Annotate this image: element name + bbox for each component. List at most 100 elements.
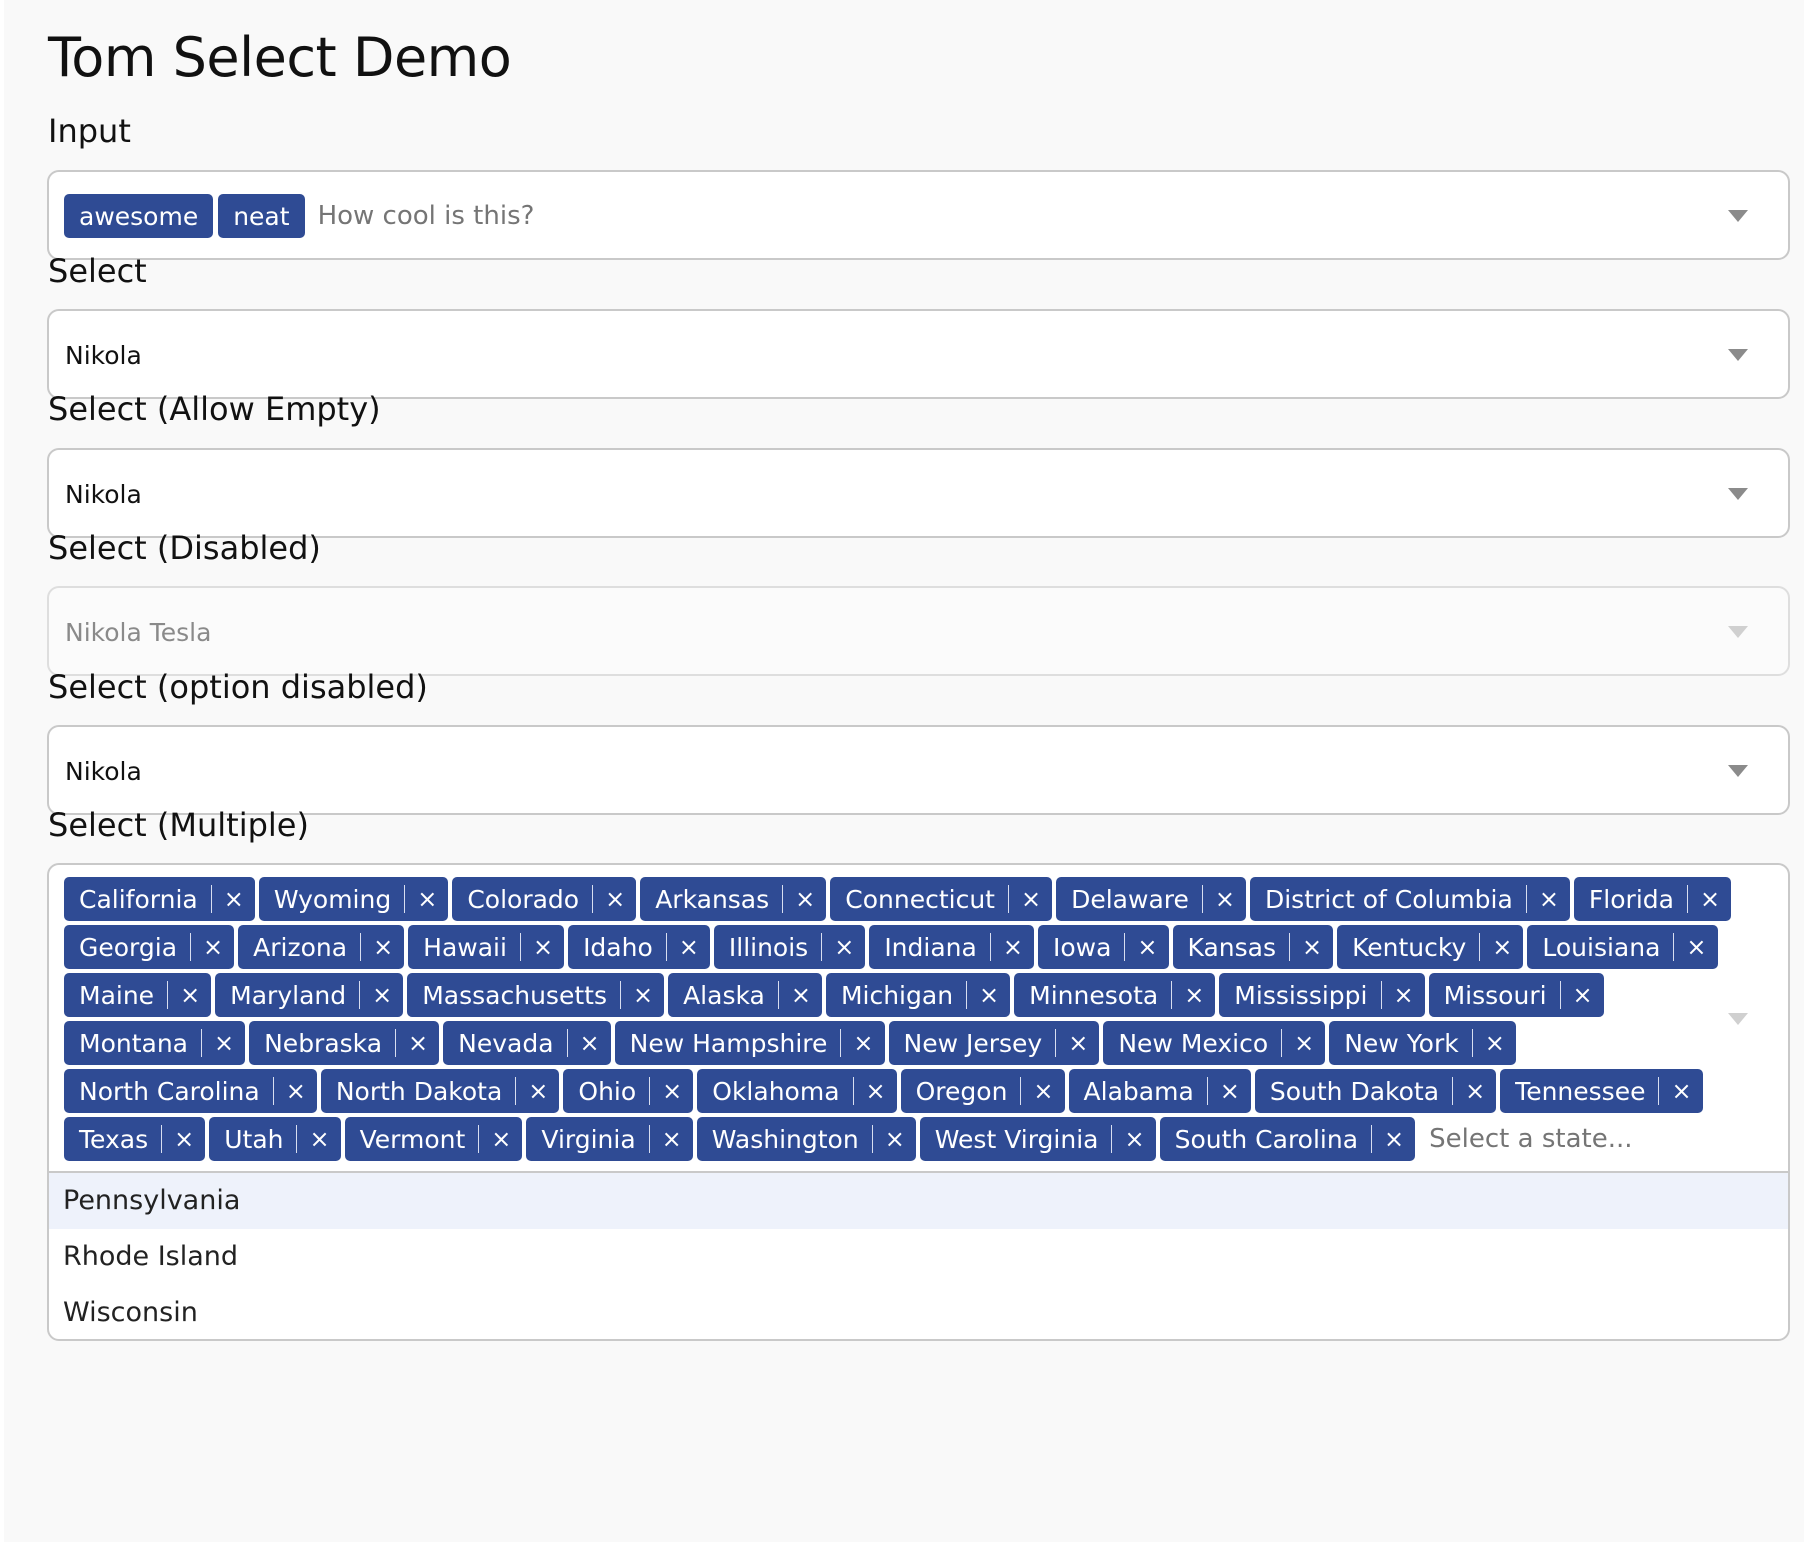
selected-state-tag[interactable]: Hawaii × <box>408 925 565 969</box>
close-icon[interactable]: × <box>840 1029 884 1057</box>
selected-state-tag[interactable]: New Jersey × <box>888 1021 1100 1065</box>
selected-state-tag[interactable]: New York × <box>1329 1021 1516 1065</box>
close-icon[interactable]: × <box>619 981 664 1009</box>
input-tag-field[interactable] <box>317 201 718 231</box>
close-icon[interactable]: × <box>1471 1029 1516 1057</box>
close-icon[interactable]: × <box>1686 885 1731 913</box>
close-icon[interactable]: × <box>649 1077 693 1105</box>
dropdown-option[interactable]: Rhode Island <box>49 1229 1788 1285</box>
selected-state-tag[interactable]: Alabama × <box>1068 1069 1251 1113</box>
selected-state-tag[interactable]: Idaho × <box>568 925 710 969</box>
selected-state-tag[interactable]: New Hampshire × <box>614 1021 885 1065</box>
selected-state-tag[interactable]: Illinois × <box>713 925 866 969</box>
close-icon[interactable]: × <box>272 1077 317 1105</box>
close-icon[interactable]: × <box>1289 933 1333 961</box>
select-control[interactable]: Nikola <box>47 309 1790 399</box>
selected-state-tag[interactable]: North Carolina × <box>64 1069 317 1113</box>
selected-state-tag[interactable]: District of Columbia × <box>1249 877 1570 921</box>
selected-state-tag[interactable]: Iowa × <box>1037 925 1169 969</box>
selected-state-tag[interactable]: Delaware × <box>1056 877 1246 921</box>
close-icon[interactable]: × <box>592 885 636 913</box>
selected-state-tag[interactable]: Oklahoma × <box>697 1069 897 1113</box>
selected-state-tag[interactable]: Montana × <box>64 1021 246 1065</box>
select-multiple-control[interactable]: California × Wyoming × Colorado × Arkansas × Con… <box>47 863 1790 1341</box>
input-tag-control[interactable]: awesome neat <box>47 170 1790 260</box>
chevron-down-icon[interactable] <box>1728 488 1748 500</box>
tag-item[interactable]: awesome <box>64 194 214 238</box>
close-icon[interactable]: × <box>1452 1077 1496 1105</box>
selected-state-tag[interactable]: Indiana × <box>869 925 1034 969</box>
selected-state-tag[interactable]: Arkansas × <box>640 877 827 921</box>
close-icon[interactable]: × <box>1380 981 1425 1009</box>
close-icon[interactable]: × <box>871 1125 916 1153</box>
selected-state-tag[interactable]: Oregon × <box>900 1069 1065 1113</box>
selected-state-tag[interactable]: Nebraska × <box>249 1021 440 1065</box>
close-icon[interactable]: × <box>852 1077 897 1105</box>
dropdown-option[interactable]: Pennsylvania <box>49 1173 1788 1229</box>
close-icon[interactable]: × <box>515 1077 559 1105</box>
close-icon[interactable]: × <box>1055 1029 1099 1057</box>
close-icon[interactable]: × <box>966 981 1010 1009</box>
selected-state-tag[interactable]: Florida × <box>1573 877 1732 921</box>
selected-state-tag[interactable]: Connecticut × <box>830 877 1053 921</box>
tag-item[interactable]: neat <box>218 194 305 238</box>
close-icon[interactable]: × <box>1201 885 1246 913</box>
selected-state-tag[interactable]: Mississippi × <box>1219 973 1425 1017</box>
close-icon[interactable]: × <box>1673 933 1717 961</box>
selected-state-tag[interactable]: Alaska × <box>668 973 822 1017</box>
selected-state-tag[interactable]: South Dakota × <box>1254 1069 1497 1113</box>
chevron-down-icon[interactable] <box>1728 765 1748 777</box>
close-icon[interactable]: × <box>167 981 211 1009</box>
close-icon[interactable]: × <box>1007 885 1052 913</box>
selected-state-tag[interactable]: California × <box>64 877 255 921</box>
close-icon[interactable]: × <box>519 933 564 961</box>
close-icon[interactable]: × <box>1479 933 1523 961</box>
selected-state-tag[interactable]: Georgia × <box>64 925 235 969</box>
selected-state-tag[interactable]: Wyoming × <box>258 877 449 921</box>
selected-state-tag[interactable]: Colorado × <box>452 877 637 921</box>
selected-state-tag[interactable]: Massachusetts × <box>407 973 665 1017</box>
close-icon[interactable]: × <box>161 1125 205 1153</box>
close-icon[interactable]: × <box>404 885 448 913</box>
selected-state-tag[interactable]: Nevada × <box>443 1021 611 1065</box>
select-allow-empty-control[interactable]: Nikola <box>47 448 1790 538</box>
close-icon[interactable]: × <box>1171 981 1215 1009</box>
selected-state-tag[interactable]: Washington × <box>696 1117 916 1161</box>
close-icon[interactable]: × <box>648 1125 693 1153</box>
selected-state-tag[interactable]: Louisiana × <box>1527 925 1718 969</box>
close-icon[interactable]: × <box>777 981 822 1009</box>
selected-state-tag[interactable]: Kentucky × <box>1337 925 1524 969</box>
selected-state-tag[interactable]: Arizona × <box>238 925 405 969</box>
selected-state-tag[interactable]: Ohio × <box>563 1069 694 1113</box>
selected-state-tag[interactable]: South Carolina × <box>1159 1117 1416 1161</box>
close-icon[interactable]: × <box>1281 1029 1325 1057</box>
close-icon[interactable]: × <box>296 1125 340 1153</box>
close-icon[interactable]: × <box>395 1029 439 1057</box>
selected-state-tag[interactable]: Kansas × <box>1172 925 1334 969</box>
selected-state-tag[interactable]: New Mexico × <box>1103 1021 1326 1065</box>
close-icon[interactable]: × <box>359 981 403 1009</box>
close-icon[interactable]: × <box>1525 885 1570 913</box>
selected-state-tag[interactable]: Utah × <box>209 1117 341 1161</box>
selected-state-tag[interactable]: Tennessee × <box>1500 1069 1703 1113</box>
close-icon[interactable]: × <box>989 933 1034 961</box>
selected-state-tag[interactable]: Vermont × <box>344 1117 523 1161</box>
select-option-disabled-control[interactable]: Nikola <box>47 725 1790 815</box>
selected-state-tag[interactable]: North Dakota × <box>320 1069 560 1113</box>
chevron-down-icon[interactable] <box>1728 1013 1748 1025</box>
close-icon[interactable]: × <box>821 933 865 961</box>
close-icon[interactable]: × <box>1559 981 1604 1009</box>
selected-state-tag[interactable]: Texas × <box>64 1117 206 1161</box>
selected-state-tag[interactable]: West Virginia × <box>919 1117 1156 1161</box>
close-icon[interactable]: × <box>1020 1077 1064 1105</box>
close-icon[interactable]: × <box>201 1029 245 1057</box>
selected-state-tag[interactable]: Michigan × <box>825 973 1011 1017</box>
close-icon[interactable]: × <box>782 885 826 913</box>
selected-state-tag[interactable]: Missouri × <box>1428 973 1604 1017</box>
close-icon[interactable]: × <box>210 885 255 913</box>
close-icon[interactable]: × <box>1111 1125 1155 1153</box>
close-icon[interactable]: × <box>478 1125 522 1153</box>
close-icon[interactable]: × <box>190 933 234 961</box>
selected-state-tag[interactable]: Maine × <box>64 973 212 1017</box>
chevron-down-icon[interactable] <box>1728 349 1748 361</box>
